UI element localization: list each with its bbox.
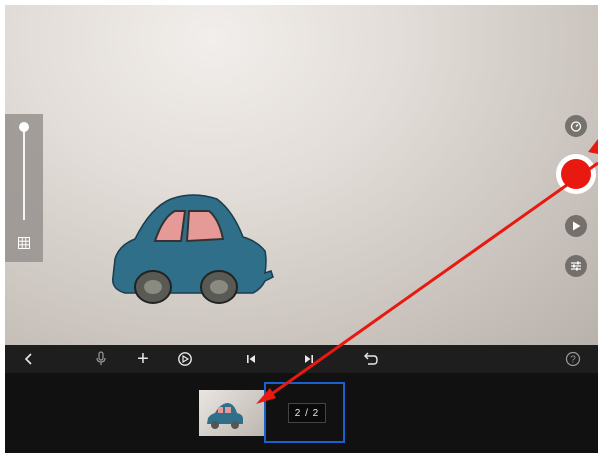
play-button[interactable] (565, 215, 587, 237)
play-icon (573, 221, 581, 231)
undo-icon (364, 352, 378, 365)
frame-thumbnail-1[interactable] (199, 390, 264, 436)
record-button[interactable] (556, 154, 596, 194)
chevron-left-icon (24, 353, 32, 365)
camera-viewport (5, 5, 598, 345)
undo-button[interactable] (360, 349, 380, 369)
filmstrip: 2 / 2 (5, 373, 598, 453)
record-dot (561, 159, 591, 189)
first-frame-button[interactable] (241, 349, 261, 369)
grid-icon[interactable] (18, 237, 30, 249)
sliders-icon (571, 261, 581, 271)
add-button[interactable]: + (133, 347, 153, 370)
zoom-slider-panel[interactable] (5, 114, 43, 262)
bottom-toolbar: + ? (5, 345, 598, 373)
zoom-slider-track[interactable] (23, 128, 25, 220)
frame-counter: 2 / 2 (288, 403, 326, 423)
frame-thumbnail-2-selected[interactable]: 2 / 2 (264, 382, 345, 443)
settings-button[interactable] (565, 255, 587, 277)
overlay-button[interactable] (175, 349, 195, 369)
microphone-icon (96, 351, 106, 365)
skip-back-icon (247, 355, 255, 363)
skip-forward-icon (305, 355, 313, 363)
add-label: + (137, 347, 149, 370)
timer-button[interactable] (565, 115, 587, 137)
help-button[interactable]: ? (563, 349, 583, 369)
last-frame-button[interactable] (299, 349, 319, 369)
help-icon: ? (565, 351, 581, 367)
back-button[interactable] (19, 349, 39, 369)
car-cutout-image (112, 194, 274, 304)
timer-icon (570, 121, 582, 132)
car-thumbnail-image (207, 403, 243, 429)
microphone-button[interactable] (91, 349, 111, 369)
onion-skin-icon (178, 352, 192, 366)
svg-text:?: ? (570, 355, 576, 366)
zoom-slider-knob[interactable] (19, 122, 29, 132)
